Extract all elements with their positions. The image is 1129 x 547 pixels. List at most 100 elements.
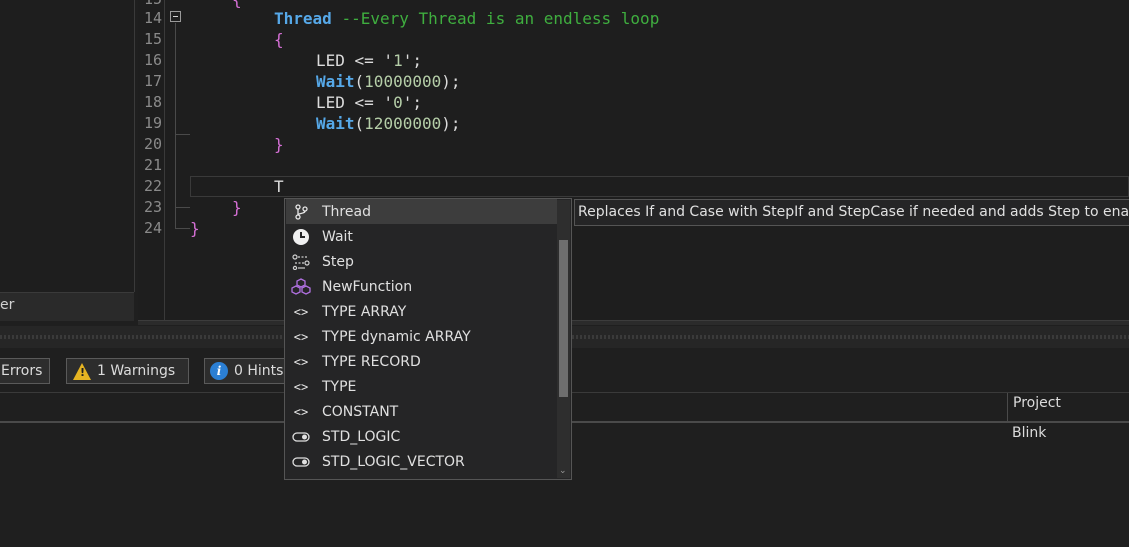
completion-item-type-dynamic-array[interactable]: <> TYPE dynamic ARRAY: [286, 324, 557, 349]
warnings-filter-button[interactable]: 1 Warnings: [66, 358, 189, 384]
code-line-20: }: [274, 134, 284, 155]
info-icon: i: [210, 362, 228, 380]
code-line-13: {: [232, 0, 242, 10]
column-separator[interactable]: [1007, 393, 1008, 421]
completion-item-newfunction[interactable]: NewFunction: [286, 274, 557, 299]
typed-text: T: [274, 177, 284, 196]
fold-guide: [175, 23, 176, 228]
gutter-separator: [164, 0, 165, 320]
code-line-14: Thread --Every Thread is an endless loop: [274, 8, 659, 29]
code-line-18: LED <= '0';: [316, 92, 422, 113]
left-panel: [0, 0, 135, 292]
cubes-icon: [291, 277, 311, 297]
autocomplete-popup[interactable]: Thread Wait Step NewFunction <> TYPE ARR…: [284, 198, 572, 480]
completion-label: TYPE RECORD: [322, 353, 421, 370]
number-literal: 10000000: [364, 72, 442, 91]
fold-guide: [175, 207, 190, 208]
code-line-19: Wait(12000000);: [316, 113, 461, 134]
function-name: Wait: [316, 72, 355, 91]
number-literal: 12000000: [364, 114, 442, 133]
branch-icon: [291, 202, 311, 222]
fold-collapse-icon[interactable]: [170, 11, 181, 22]
angle-brackets-icon: <>: [293, 304, 309, 319]
brace: }: [232, 198, 242, 217]
errors-filter-label: Errors: [1, 363, 43, 379]
hints-filter-label: 0 Hints: [234, 363, 284, 379]
line-number: 22: [143, 177, 162, 195]
angle-brackets-icon: <>: [293, 354, 309, 369]
line-number: 24: [143, 219, 162, 237]
line-number: 19: [143, 114, 162, 132]
line-number: 14: [143, 9, 162, 27]
completion-label: Step: [322, 253, 354, 270]
brace: {: [274, 30, 284, 49]
completion-item-type-record[interactable]: <> TYPE RECORD: [286, 349, 557, 374]
fold-guide: [175, 228, 190, 229]
column-header-project[interactable]: Project: [1013, 395, 1061, 411]
completion-label: STD_LOGIC: [322, 428, 401, 445]
angle-brackets-icon: <>: [293, 404, 309, 419]
line-number: 20: [143, 135, 162, 153]
completion-label: STD_LOGIC_VECTOR: [322, 453, 465, 470]
function-name: Wait: [316, 114, 355, 133]
literal: 1: [393, 51, 403, 70]
toggle-icon: [291, 427, 311, 447]
errors-filter-button[interactable]: Errors: [0, 358, 50, 384]
brace: }: [274, 135, 284, 154]
line-number: 21: [143, 156, 162, 174]
code-text: (: [354, 72, 365, 91]
code-text: ';: [402, 93, 422, 112]
completion-label: NewFunction: [322, 278, 413, 295]
completion-item-std-logic-vector[interactable]: STD_LOGIC_VECTOR: [286, 449, 557, 474]
completion-tooltip: Replaces If and Case with StepIf and Ste…: [574, 199, 1129, 226]
code-line-22: T: [274, 176, 284, 197]
completion-item-constant[interactable]: <> CONSTANT: [286, 399, 557, 424]
code-text: LED <= ': [316, 51, 394, 70]
line-number: 18: [143, 93, 162, 111]
completion-label: Thread: [322, 203, 371, 220]
code-text: (: [354, 114, 365, 133]
completion-item-step[interactable]: Step: [286, 249, 557, 274]
angle-brackets-icon: <>: [293, 379, 309, 394]
chevron-down-icon[interactable]: ⌄: [559, 466, 567, 476]
completion-item-type[interactable]: <> TYPE: [286, 374, 557, 399]
warnings-filter-label: 1 Warnings: [97, 363, 176, 379]
left-panel-tab[interactable]: er: [0, 292, 134, 321]
line-number: 23: [143, 198, 162, 216]
code-line-17: Wait(10000000);: [316, 71, 461, 92]
completion-item-type-array[interactable]: <> TYPE ARRAY: [286, 299, 557, 324]
code-line-24: }: [190, 218, 200, 239]
code-line-23: }: [232, 197, 242, 218]
line-number: 15: [143, 30, 162, 48]
hints-filter-button[interactable]: i 0 Hints: [204, 358, 294, 384]
comment: --Every Thread is an endless loop: [341, 9, 660, 28]
code-text: );: [441, 72, 461, 91]
left-panel-tab-label: er: [0, 297, 15, 313]
completion-label: TYPE ARRAY: [322, 303, 407, 320]
completion-label: TYPE dynamic ARRAY: [322, 328, 471, 345]
angle-brackets-icon: <>: [293, 329, 309, 344]
completion-label: TYPE: [322, 378, 357, 395]
warning-icon: [73, 362, 91, 380]
clock-icon: [291, 227, 311, 247]
scrollbar-thumb[interactable]: [559, 240, 568, 397]
brace: }: [190, 219, 200, 238]
line-number: 17: [143, 72, 162, 90]
steps-icon: [291, 252, 311, 272]
fold-guide: [175, 134, 190, 135]
completion-item-wait[interactable]: Wait: [286, 224, 557, 249]
completion-label: Wait: [322, 228, 353, 245]
completion-item-std-logic[interactable]: STD_LOGIC: [286, 424, 557, 449]
code-text: );: [441, 114, 461, 133]
literal: 0: [393, 93, 403, 112]
line-number: 16: [143, 51, 162, 69]
table-cell-project[interactable]: Blink: [1012, 425, 1046, 441]
keyword: Thread: [274, 9, 332, 28]
brace: {: [232, 0, 242, 9]
code-text: ';: [402, 51, 422, 70]
current-line-highlight: [190, 176, 1129, 197]
completion-item-thread[interactable]: Thread: [286, 199, 557, 224]
code-line-15: {: [274, 29, 284, 50]
autocomplete-scrollbar[interactable]: ⌄: [557, 200, 570, 478]
code-text: LED <= ': [316, 93, 394, 112]
